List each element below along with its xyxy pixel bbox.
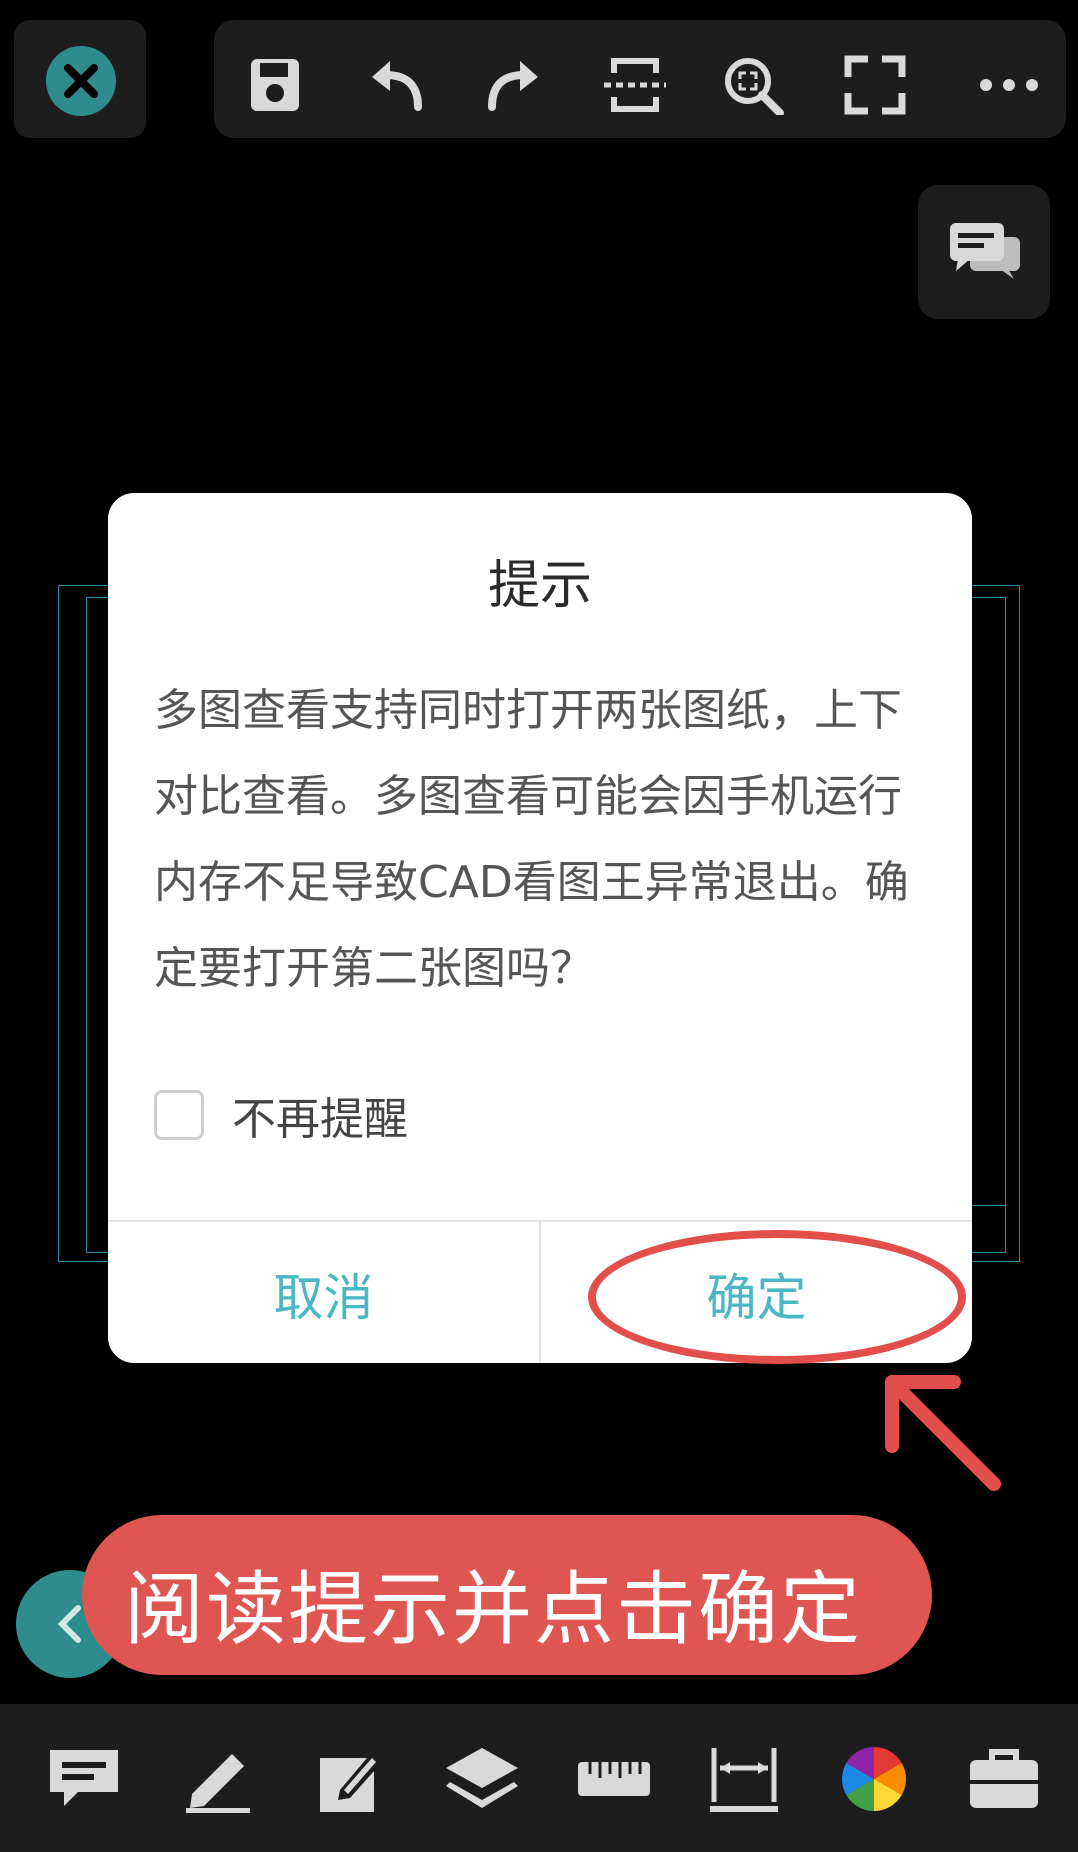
toolbox-icon[interactable] <box>964 1744 1044 1814</box>
cancel-button[interactable]: 取消 <box>108 1222 541 1363</box>
confirm-dialog: 提示 多图查看支持同时打开两张图纸，上下对比查看。多图查看可能会因手机运行内存不… <box>108 493 972 1363</box>
close-button[interactable] <box>46 46 116 116</box>
highlight-ring <box>588 1230 966 1364</box>
pencil-icon[interactable] <box>178 1744 258 1814</box>
undo-icon[interactable] <box>360 55 430 115</box>
save-icon[interactable] <box>240 55 310 115</box>
ruler-icon[interactable] <box>574 1744 654 1814</box>
color-wheel-icon[interactable] <box>834 1744 914 1814</box>
dialog-message: 多图查看支持同时打开两张图纸，上下对比查看。多图查看可能会因手机运行内存不足导致… <box>154 685 909 994</box>
top-toolbar <box>214 20 1066 138</box>
instruction-text: 阅读提示并点击确定 <box>124 1563 862 1656</box>
close-button-container <box>14 20 146 138</box>
layers-icon[interactable] <box>442 1744 522 1814</box>
zoom-extent-icon[interactable] <box>720 55 790 115</box>
close-icon <box>64 64 98 98</box>
comments-button[interactable] <box>918 185 1050 319</box>
dialog-title: 提示 <box>487 556 592 616</box>
comments-icon <box>950 223 1020 279</box>
dont-remind-label[interactable]: 不再提醒 <box>232 1083 408 1147</box>
bottom-toolbar <box>0 1704 1078 1852</box>
edit-icon[interactable] <box>310 1744 390 1814</box>
dont-remind-checkbox[interactable] <box>154 1090 204 1140</box>
more-icon[interactable] <box>974 55 1044 115</box>
split-view-icon[interactable] <box>600 55 670 115</box>
redo-icon[interactable] <box>480 55 550 115</box>
dimension-icon[interactable] <box>704 1744 784 1814</box>
annotation-icon[interactable] <box>44 1744 124 1814</box>
instruction-banner: 阅读提示并点击确定 <box>82 1515 932 1675</box>
drawing-title-block <box>968 1205 1006 1253</box>
pointer-arrow-icon <box>885 1375 1001 1491</box>
fullscreen-icon[interactable] <box>840 55 910 115</box>
